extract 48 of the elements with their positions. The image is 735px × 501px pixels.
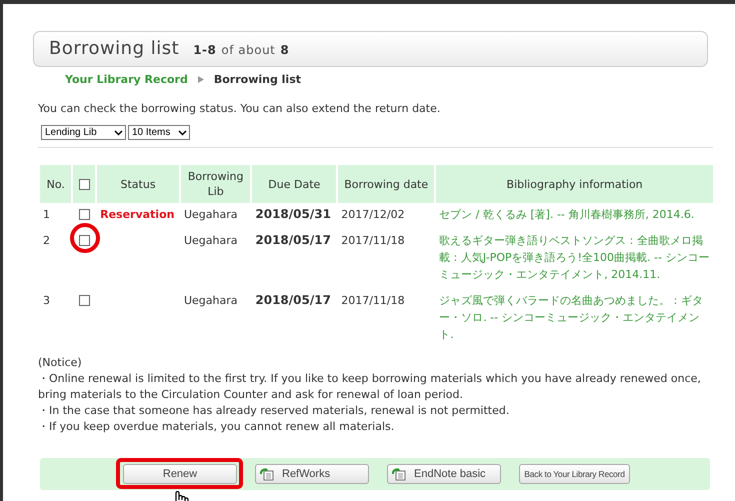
action-button[interactable]: EndNote basic [387,464,501,484]
notice-text: ・Online renewal is limited to the first try. If you like to keep borrowing materials which you have already renewed once, bring materials to the Circulation Counter and ask for renewal of loan period. [38,371,702,403]
due-date: 2018/05/17 [255,293,331,307]
action-button[interactable]: Back to Your Library Record [519,464,630,484]
due-date: 2018/05/31 [255,207,331,221]
status-label: Reservation [100,208,174,221]
action-button[interactable]: RefWorks [255,464,369,484]
column-header: Due Date [268,178,320,190]
dropdown[interactable]: Lending Lib [41,125,126,140]
bibliography-link[interactable]: セブン / 乾くるみ [著]. -- 角川春樹事務所, 2014.6. [439,206,710,223]
column-header: Borrowing Lib [188,170,244,198]
table-cell: 2017/12/02 [341,208,405,221]
checkbox[interactable] [78,209,90,220]
column-header: Status [120,178,156,190]
row-number: 1 [43,208,50,221]
caret-icon [114,130,123,136]
table-cell: Uegahara [184,234,238,247]
action-button[interactable]: Renew [123,464,237,484]
notice-heading: (Notice) [38,355,83,371]
column-header: Borrowing date [344,178,428,190]
table-cell: Uegahara [184,294,238,307]
checkbox[interactable] [78,295,90,306]
due-date: 2018/05/17 [255,233,331,247]
breadcrumb-link[interactable]: Your Library Record [65,73,188,86]
column-header: Bibliography information [506,178,643,190]
chevron-icon [198,76,204,83]
intro-text: You can check the borrowing status. You can also extend the return date. [38,102,442,115]
export-icon [260,468,274,480]
column-header: No. [46,178,65,190]
notice-text: ・In the case that someone has already reserved materials, renewal is not permitted. [38,403,510,419]
table-cell: Uegahara [184,208,238,221]
result-range: 1-8 [193,43,216,57]
table-cell: 2017/11/18 [341,294,405,307]
table-cell: 2017/11/18 [341,234,405,247]
result-total: 8 [280,43,290,57]
breadcrumb-current: Borrowing list [214,73,302,86]
export-icon [392,468,406,480]
bibliography-link[interactable]: 歌えるギター弾き語りベストソングス : 全曲歌メロ掲載 : 人気J-POPを弾き語ろう!全100曲掲載. -- シンコーミュージック・エンタテイメント, 2014.11. [439,232,710,283]
caret-icon [178,130,188,136]
checkbox[interactable] [78,178,90,190]
result-label: of about [221,43,276,57]
dropdown[interactable]: 10 Items [128,125,190,140]
bibliography-link[interactable]: ジャズ風で弾くバラードの名曲あつめました。 : ギター・ソロ. -- シンコーミュージック・エンタテイメント. [439,292,710,343]
row-number: 2 [43,234,50,247]
notice-text: ・If you keep overdue materials, you cannot renew all materials. [38,419,396,435]
page-title: Borrowing list [49,38,180,59]
checkbox[interactable] [78,235,90,246]
row-number: 3 [43,294,50,307]
